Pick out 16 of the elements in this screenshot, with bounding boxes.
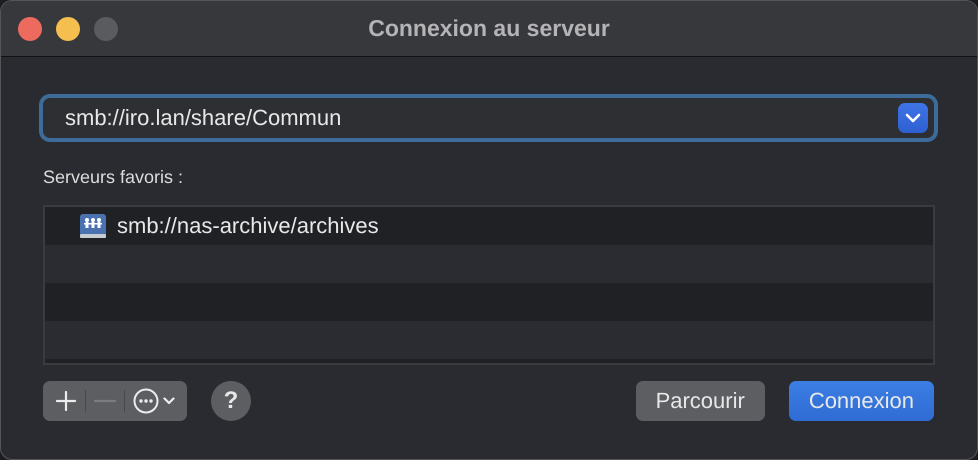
ellipsis-circle-icon (133, 388, 159, 414)
dialog-button[interactable]: Connexion (788, 381, 934, 421)
address-field[interactable]: smb://iro.lan/share/Commun (65, 105, 898, 131)
plus-icon (55, 390, 77, 412)
address-combo-box[interactable]: smb://iro.lan/share/Commun (39, 94, 938, 142)
help-button[interactable]: ? (211, 381, 251, 421)
dropdown-button[interactable] (898, 103, 928, 133)
chevron-down-icon (163, 397, 175, 405)
dialog-button[interactable]: Parcourir (636, 381, 765, 421)
favorite-server-item[interactable]: smb://nas-archive/archives (45, 207, 933, 245)
favorites-label: Serveurs favoris : (43, 167, 184, 188)
close-button[interactable] (18, 16, 42, 40)
window-title: Connexion au serveur (368, 15, 610, 41)
minimize-button[interactable] (56, 16, 80, 40)
network-drive-icon (79, 213, 107, 239)
chevron-down-icon (905, 113, 921, 123)
